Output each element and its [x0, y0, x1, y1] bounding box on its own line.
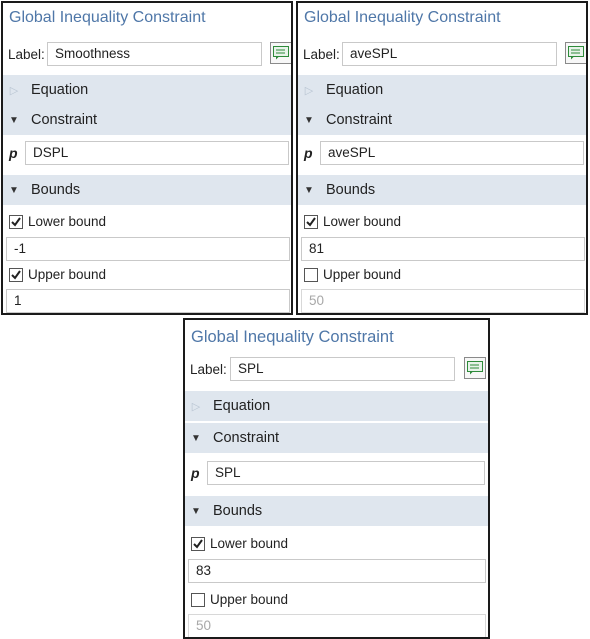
upper-bound-label: Upper bound: [323, 267, 402, 282]
upper-bound-label: Upper bound: [210, 592, 289, 607]
upper-bound-checkbox[interactable]: [191, 592, 205, 607]
label-caption: Label:: [303, 47, 340, 62]
triangle-down-icon: ▼: [304, 114, 314, 126]
upper-bound-checkbox-row[interactable]: Upper bound: [304, 267, 401, 282]
upper-bound-checkbox-row[interactable]: Upper bound: [9, 267, 106, 282]
section-bounds[interactable]: ▼ Bounds: [3, 175, 291, 205]
section-constraint-title: Constraint: [31, 112, 98, 128]
lower-bound-checkbox[interactable]: [191, 536, 205, 551]
panel-title: Global Inequality Constraint: [304, 9, 501, 26]
triangle-down-icon: ▼: [191, 432, 201, 444]
lower-bound-checkbox[interactable]: [304, 214, 318, 229]
section-constraint[interactable]: ▼ Constraint: [298, 105, 586, 135]
constraint-panel-spl: Global Inequality Constraint Label: SPL …: [183, 318, 490, 639]
triangle-down-icon: ▼: [304, 184, 314, 196]
checkmark-icon: [193, 538, 203, 549]
section-constraint-title: Constraint: [213, 430, 280, 446]
lower-bound-label: Lower bound: [210, 536, 289, 551]
upper-bound-input: 50: [188, 614, 486, 637]
lower-bound-checkbox-row[interactable]: Lower bound: [191, 536, 288, 551]
section-equation[interactable]: ▷ Equation: [298, 75, 586, 105]
section-equation-title: Equation: [31, 82, 89, 98]
section-constraint[interactable]: ▼ Constraint: [3, 105, 291, 135]
lower-bound-checkbox-row[interactable]: Lower bound: [9, 214, 106, 229]
checkmark-icon: [11, 216, 21, 227]
section-constraint[interactable]: ▼ Constraint: [185, 423, 488, 453]
section-bounds-title: Bounds: [326, 182, 376, 198]
lower-bound-input[interactable]: 81: [301, 237, 585, 261]
label-edit-icon[interactable]: [270, 42, 291, 64]
checkmark-icon: [11, 269, 21, 280]
triangle-down-icon: ▼: [191, 505, 201, 517]
label-caption: Label:: [8, 47, 45, 62]
upper-bound-checkbox[interactable]: [304, 267, 318, 282]
label-input[interactable]: SPL: [230, 357, 455, 381]
label-caption: Label:: [190, 362, 227, 377]
upper-bound-checkbox-row[interactable]: Upper bound: [191, 592, 288, 607]
section-bounds-title: Bounds: [213, 503, 263, 519]
checkmark-icon: [306, 216, 316, 227]
panel-title: Global Inequality Constraint: [191, 328, 394, 346]
lower-bound-checkbox-row[interactable]: Lower bound: [304, 214, 401, 229]
section-equation[interactable]: ▷ Equation: [3, 75, 291, 105]
triangle-right-icon: ▷: [191, 400, 201, 413]
label-input[interactable]: Smoothness: [47, 42, 262, 66]
constraint-symbol: p: [304, 145, 313, 161]
lower-bound-label: Lower bound: [28, 214, 107, 229]
lower-bound-input[interactable]: -1: [6, 237, 290, 261]
section-equation-title: Equation: [326, 82, 384, 98]
upper-bound-label: Upper bound: [28, 267, 107, 282]
section-bounds[interactable]: ▼ Bounds: [298, 175, 586, 205]
triangle-right-icon: ▷: [9, 84, 19, 97]
lower-bound-label: Lower bound: [323, 214, 402, 229]
section-equation-title: Equation: [213, 398, 271, 414]
triangle-down-icon: ▼: [9, 184, 19, 196]
label-edit-icon[interactable]: [565, 42, 586, 64]
constraint-expression-input[interactable]: DSPL: [25, 141, 289, 165]
label-input[interactable]: aveSPL: [342, 42, 557, 66]
constraint-symbol: p: [191, 465, 200, 481]
upper-bound-input[interactable]: 1: [6, 289, 290, 313]
lower-bound-input[interactable]: 83: [188, 559, 486, 583]
constraint-panel-smoothness: Global Inequality Constraint Label: Smoo…: [1, 1, 293, 315]
panel-title: Global Inequality Constraint: [9, 9, 206, 26]
constraint-expression-input[interactable]: aveSPL: [320, 141, 584, 165]
constraint-expression-input[interactable]: SPL: [207, 461, 485, 485]
upper-bound-input: 50: [301, 289, 585, 313]
section-bounds[interactable]: ▼ Bounds: [185, 496, 488, 526]
section-bounds-title: Bounds: [31, 182, 81, 198]
section-constraint-title: Constraint: [326, 112, 393, 128]
upper-bound-checkbox[interactable]: [9, 267, 23, 282]
triangle-right-icon: ▷: [304, 84, 314, 97]
constraint-symbol: p: [9, 145, 18, 161]
label-edit-icon[interactable]: [464, 357, 486, 379]
constraint-panel-avespl: Global Inequality Constraint Label: aveS…: [296, 1, 588, 315]
lower-bound-checkbox[interactable]: [9, 214, 23, 229]
section-equation[interactable]: ▷ Equation: [185, 391, 488, 421]
triangle-down-icon: ▼: [9, 114, 19, 126]
